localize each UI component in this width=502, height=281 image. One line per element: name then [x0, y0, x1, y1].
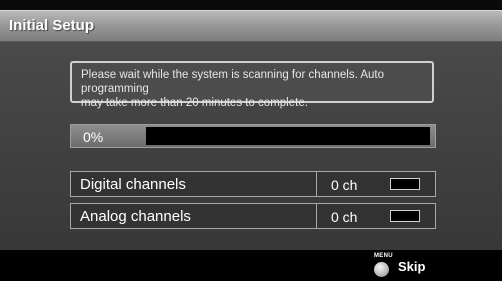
- digital-channels-row: Digital channels 0 ch: [70, 171, 436, 197]
- title-bar: Initial Setup: [0, 10, 502, 42]
- analog-channels-count: 0 ch: [331, 209, 358, 225]
- footer-bar: MENU Skip: [0, 250, 502, 281]
- analog-channels-label: Analog channels: [80, 208, 191, 225]
- digital-channels-label: Digital channels: [80, 176, 186, 193]
- scan-message-line-2: may take more than 20 minutes to complet…: [81, 97, 308, 109]
- digital-channels-indicator: [390, 178, 420, 190]
- skip-button[interactable]: Skip: [398, 259, 425, 274]
- progress-track: [146, 127, 430, 145]
- menu-key-label: MENU: [374, 253, 393, 259]
- row-divider: [316, 204, 317, 228]
- scan-progress-bar: 0%: [70, 124, 436, 148]
- menu-button-icon: [374, 262, 389, 277]
- digital-channels-count: 0 ch: [331, 177, 358, 193]
- progress-percent: 0%: [83, 129, 104, 145]
- row-divider: [316, 172, 317, 196]
- analog-channels-indicator: [390, 210, 420, 222]
- setup-screen: Initial Setup Please wait while the syst…: [0, 0, 502, 281]
- menu-key-icon[interactable]: MENU: [372, 253, 394, 278]
- scan-message-line-1: Please wait while the system is scanning…: [81, 69, 384, 95]
- scan-message-box: Please wait while the system is scanning…: [70, 61, 434, 109]
- page-title: Initial Setup: [9, 17, 95, 34]
- analog-channels-row: Analog channels 0 ch: [70, 203, 436, 229]
